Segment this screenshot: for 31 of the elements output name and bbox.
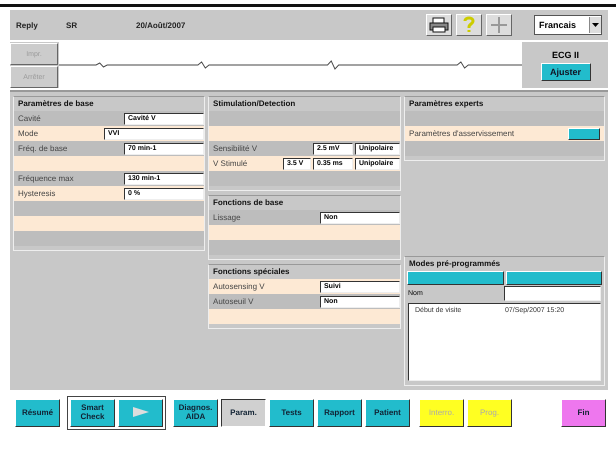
panel-title: Paramètres de base	[17, 99, 95, 110]
field-label: Autosensing V	[212, 282, 266, 291]
field-label: Fréq. de base	[17, 144, 68, 153]
field-label: Hysteresis	[17, 189, 56, 198]
session-date: 20/Août/2007	[136, 20, 186, 30]
nav-button[interactable]: Tests	[269, 399, 314, 427]
device-mode: SR	[66, 20, 78, 30]
device-name: Reply	[16, 20, 39, 30]
field-label: Cavité	[17, 114, 42, 123]
field-label: V Stimulé	[212, 159, 248, 168]
panel-title: Paramètres experts	[408, 99, 484, 110]
panel-title: Fonctions de base	[212, 198, 284, 209]
field-label: Lissage	[212, 213, 242, 222]
nav-button[interactable]: Diagnos. AIDA	[173, 399, 218, 427]
ecg-lead-label: ECG II	[552, 50, 579, 60]
panel-title: Stimulation/Detection	[212, 99, 296, 110]
panel-title: Fonctions spéciales	[212, 267, 290, 278]
adjust-button[interactable]: Ajuster	[540, 62, 590, 80]
nav-button[interactable]: Smart Check	[70, 399, 115, 427]
nav-button[interactable]: Rapport	[317, 399, 362, 427]
panel-title: Modes pré-programmés	[408, 259, 502, 270]
nav-button[interactable]: Fin	[561, 399, 606, 427]
language-select[interactable]: Francais	[534, 15, 602, 35]
field-label: Autoseuil V	[212, 297, 254, 306]
nav-button[interactable]: Résumé	[15, 399, 60, 427]
field-label: Mode	[17, 129, 40, 138]
field-label: Paramètres d'asservissement	[408, 129, 516, 138]
field-label: Fréquence max	[17, 174, 75, 183]
nav-button[interactable]: Patient	[365, 399, 410, 427]
nav-button[interactable]: Param.	[221, 399, 266, 427]
field-label: Sensibilité V	[212, 144, 258, 153]
